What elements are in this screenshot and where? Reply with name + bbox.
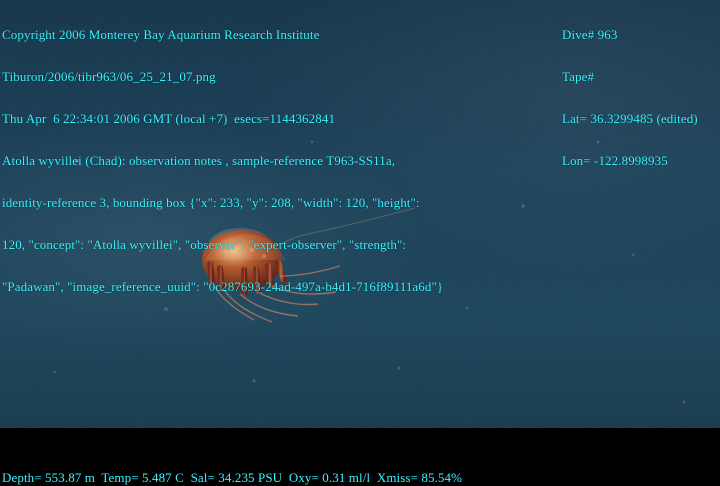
overlay-line-lon: Lon= -122.8998935: [562, 153, 668, 168]
overlay-sensor-readout: Depth= 553.87 m Temp= 5.487 C Sal= 34.23…: [2, 470, 463, 485]
overlay-line-dive: Dive# 963: [562, 27, 618, 42]
overlay-line-observation: Atolla wyvillei (Chad): observation note…: [2, 153, 396, 168]
overlay-line-filename: Tiburon/2006/tibr963/06_25_21_07.png: [2, 69, 216, 84]
overlay-line-concept: 120, "concept": "Atolla wyvillei", "obse…: [2, 237, 407, 252]
overlay-metadata-right: Dive# 963 Tape# Lat= 36.3299485 (edited)…: [562, 0, 720, 182]
overlay-metadata-left: Copyright 2006 Monterey Bay Aquarium Res…: [2, 0, 542, 308]
overlay-line-tape: Tape#: [562, 69, 595, 84]
overlay-line-uuid: "Padawan", "image_reference_uuid": "0c28…: [2, 279, 444, 294]
overlay-line-timestamp: Thu Apr 6 22:34:01 2006 GMT (local +7) e…: [2, 111, 336, 126]
overlay-line-identity: identity-reference 3, bounding box {"x":…: [2, 195, 420, 210]
overlay-line-lat: Lat= 36.3299485 (edited): [562, 111, 698, 126]
overlay-line-copyright: Copyright 2006 Monterey Bay Aquarium Res…: [2, 27, 320, 42]
